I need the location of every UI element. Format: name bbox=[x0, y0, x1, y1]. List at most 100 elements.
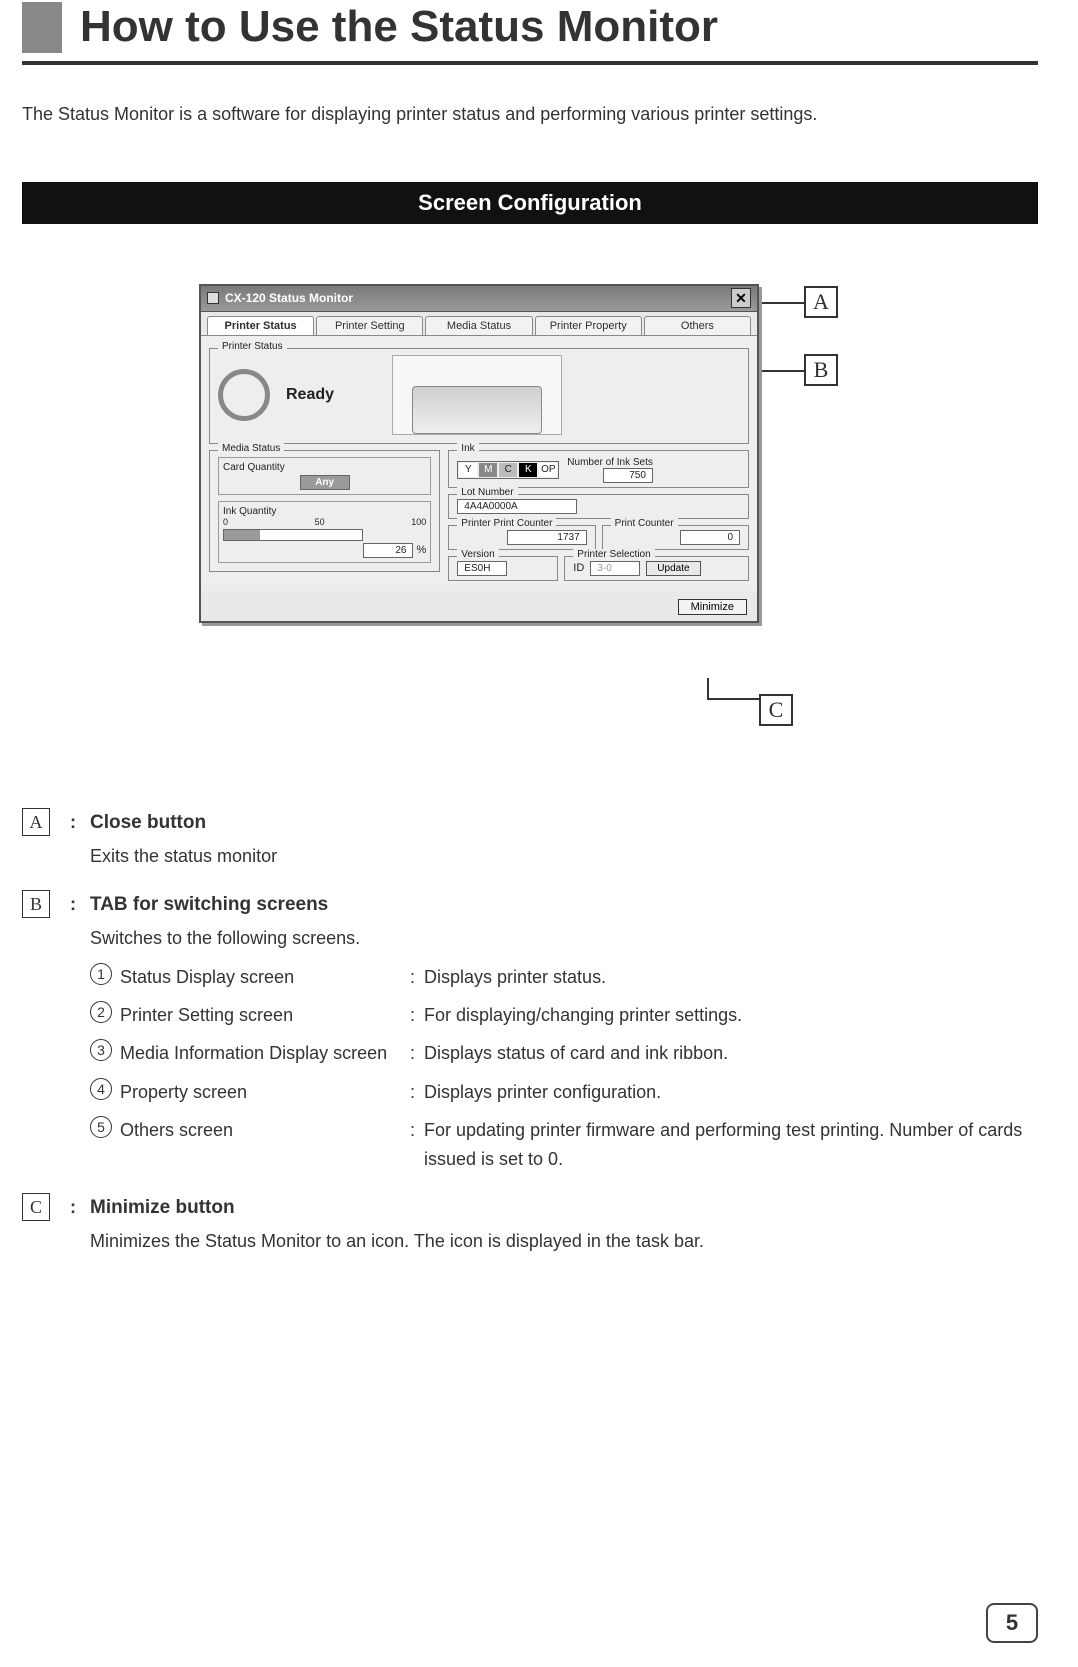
key-c-box: C bbox=[22, 1193, 50, 1221]
scale-50: 50 bbox=[315, 517, 325, 527]
def-b-head: TAB for switching screens bbox=[90, 890, 1038, 920]
page-title: How to Use the Status Monitor bbox=[22, 2, 1038, 53]
ink-k: K bbox=[519, 463, 537, 477]
ink-percent-value: 26 bbox=[363, 543, 413, 558]
card-quantity-value: Any bbox=[300, 475, 350, 490]
update-button[interactable]: Update bbox=[646, 561, 700, 576]
app-window: CX-120 Status Monitor ✕ Printer Status P… bbox=[199, 284, 759, 623]
app-icon bbox=[207, 292, 219, 304]
version-group: Version ES0H bbox=[448, 556, 558, 581]
sub-1-desc: Displays printer status. bbox=[424, 963, 1038, 991]
percent-sign: % bbox=[417, 544, 427, 556]
colon: : bbox=[70, 890, 90, 1173]
tab-printer-property[interactable]: Printer Property bbox=[535, 316, 642, 335]
printer-status-label: Printer Status bbox=[218, 341, 287, 352]
ink-quantity-bar bbox=[223, 529, 363, 541]
leader-c-h bbox=[707, 698, 761, 700]
minimize-button[interactable]: Minimize bbox=[678, 599, 747, 615]
media-status-group: Media Status Card Quantity Any Ink Quant… bbox=[209, 450, 440, 572]
callout-a: A bbox=[804, 286, 838, 318]
page-number: 5 bbox=[986, 1603, 1038, 1643]
colon: : bbox=[70, 1193, 90, 1255]
print-counter-group: Print Counter 0 bbox=[602, 525, 749, 550]
close-button[interactable]: ✕ bbox=[731, 288, 751, 308]
version-label: Version bbox=[457, 549, 498, 560]
status-text: Ready bbox=[286, 386, 376, 404]
colon: : bbox=[410, 1078, 424, 1106]
leader-c-v bbox=[707, 678, 709, 698]
print-counter-value: 0 bbox=[680, 530, 740, 545]
def-b: B : TAB for switching screens Switches t… bbox=[22, 890, 1038, 1173]
section-header: Screen Configuration bbox=[22, 182, 1038, 224]
def-a-desc: Exits the status monitor bbox=[90, 842, 1038, 870]
figure-area: A B C CX-120 Status Monitor ✕ Printer St… bbox=[159, 284, 919, 744]
printer-print-counter-value: 1737 bbox=[507, 530, 587, 545]
ink-y: Y bbox=[459, 463, 477, 477]
ink-swatches: Y M C K OP bbox=[457, 461, 559, 479]
def-a-head: Close button bbox=[90, 808, 1038, 838]
printer-print-counter-group: Printer Print Counter 1737 bbox=[448, 525, 595, 550]
tab-others[interactable]: Others bbox=[644, 316, 751, 335]
scale-100: 100 bbox=[411, 517, 426, 527]
printer-body-icon bbox=[412, 386, 542, 434]
sub-5-desc: For updating printer firmware and perfor… bbox=[424, 1116, 1038, 1173]
sub-1-num: 1 bbox=[90, 963, 112, 985]
ink-group: Ink Y M C K OP Number of Ink Sets bbox=[448, 450, 749, 488]
sub-3-title: Media Information Display screen bbox=[120, 1039, 387, 1067]
tabs-row: Printer Status Printer Setting Media Sta… bbox=[201, 312, 757, 335]
sub-5-title: Others screen bbox=[120, 1116, 233, 1173]
def-a: A : Close button Exits the status monito… bbox=[22, 808, 1038, 870]
tab-media-status[interactable]: Media Status bbox=[425, 316, 532, 335]
def-b-desc: Switches to the following screens. bbox=[90, 924, 1038, 952]
ink-c: C bbox=[499, 463, 517, 477]
key-a-box: A bbox=[22, 808, 50, 836]
title-bar: CX-120 Status Monitor ✕ bbox=[201, 286, 757, 312]
scale-0: 0 bbox=[223, 517, 228, 527]
ink-quantity-label: Ink Quantity bbox=[223, 506, 426, 517]
colon: : bbox=[410, 963, 424, 991]
sub-2-title: Printer Setting screen bbox=[120, 1001, 293, 1029]
card-quantity-label: Card Quantity bbox=[223, 462, 426, 473]
def-c-desc: Minimizes the Status Monitor to an icon.… bbox=[90, 1227, 1038, 1255]
ink-quantity-fill bbox=[224, 530, 260, 540]
sub-3-desc: Displays status of card and ink ribbon. bbox=[424, 1039, 1038, 1067]
window-title: CX-120 Status Monitor bbox=[225, 291, 353, 305]
tab-printer-setting[interactable]: Printer Setting bbox=[316, 316, 423, 335]
printer-selection-group: Printer Selection ID 3-0 Update bbox=[564, 556, 749, 581]
sub-2-num: 2 bbox=[90, 1001, 112, 1023]
print-counter-label: Print Counter bbox=[611, 518, 678, 529]
title-underline bbox=[22, 61, 1038, 65]
tab-printer-status[interactable]: Printer Status bbox=[207, 316, 314, 335]
lot-number-label: Lot Number bbox=[457, 487, 517, 498]
ink-m: M bbox=[479, 463, 497, 477]
intro-text: The Status Monitor is a software for dis… bbox=[22, 101, 1038, 128]
printer-status-group: Printer Status Ready bbox=[209, 348, 749, 444]
definitions: A : Close button Exits the status monito… bbox=[22, 808, 1038, 1256]
printer-selection-dropdown[interactable]: 3-0 bbox=[590, 561, 640, 576]
colon: : bbox=[410, 1001, 424, 1029]
sub-4-title: Property screen bbox=[120, 1078, 247, 1106]
app-body: Printer Status Ready Media Status Card Q… bbox=[201, 335, 757, 591]
status-indicator-icon bbox=[218, 369, 270, 421]
printer-illustration bbox=[392, 355, 562, 435]
sub-3-num: 3 bbox=[90, 1039, 112, 1061]
callout-b: B bbox=[804, 354, 838, 386]
sub-4-desc: Displays printer configuration. bbox=[424, 1078, 1038, 1106]
callout-c: C bbox=[759, 694, 793, 726]
key-b-box: B bbox=[22, 890, 50, 918]
lot-number-group: Lot Number 4A4A0000A bbox=[448, 494, 749, 519]
printer-print-counter-label: Printer Print Counter bbox=[457, 518, 556, 529]
printer-selection-label: Printer Selection bbox=[573, 549, 654, 560]
printer-selection-id-label: ID bbox=[573, 562, 584, 574]
colon: : bbox=[410, 1039, 424, 1067]
def-c-head: Minimize button bbox=[90, 1193, 1038, 1223]
media-status-label: Media Status bbox=[218, 443, 284, 454]
num-ink-sets-label: Number of Ink Sets bbox=[567, 457, 653, 468]
colon: : bbox=[410, 1116, 424, 1173]
version-value: ES0H bbox=[457, 561, 507, 576]
sub-4-num: 4 bbox=[90, 1078, 112, 1100]
sub-5-num: 5 bbox=[90, 1116, 112, 1138]
colon: : bbox=[70, 808, 90, 870]
num-ink-sets-value: 750 bbox=[603, 468, 653, 483]
sub-2-desc: For displaying/changing printer settings… bbox=[424, 1001, 1038, 1029]
